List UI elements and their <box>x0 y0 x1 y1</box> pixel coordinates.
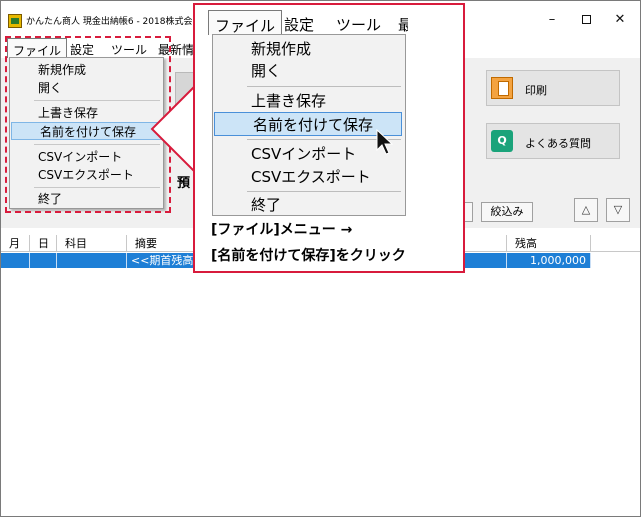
column-header-month[interactable]: 月 <box>1 235 30 252</box>
zoom-menu-file: ファイル <box>208 10 283 35</box>
column-header-balance[interactable]: 残高 <box>507 235 591 252</box>
print-button[interactable]: 印刷 <box>486 70 620 106</box>
zoom-menu-latest: 最 <box>398 16 408 34</box>
zoom-menu-item-save-as: 名前を付けて保存 <box>214 112 402 136</box>
minimize-button[interactable]: – <box>537 9 567 31</box>
zoom-menu-separator <box>247 86 401 87</box>
print-icon <box>491 77 513 99</box>
cell-account <box>57 253 127 268</box>
cell-balance: 1,000,000 <box>507 253 591 268</box>
maximize-button[interactable] <box>571 9 601 31</box>
filter-button[interactable]: 絞込み <box>481 202 533 222</box>
next-button[interactable]: ▽ <box>606 198 630 222</box>
zoom-menu-item-save: 上書き保存 <box>251 92 327 110</box>
zoom-menu-bar: ファイル 設定 ツール 最 <box>208 10 408 35</box>
faq-button[interactable]: Q よくある質問 <box>486 123 620 159</box>
column-header-account[interactable]: 科目 <box>57 235 127 252</box>
zoom-menu-settings: 設定 <box>284 16 315 34</box>
cell-day <box>30 253 57 268</box>
instruction-caption-line2: [名前を付けて保存]をクリック <box>211 248 406 264</box>
annotation-dashed-frame <box>5 36 171 213</box>
maximize-icon <box>581 15 591 24</box>
mouse-cursor-icon <box>376 129 394 155</box>
zoom-file-menu: 新規作成 開く 上書き保存 名前を付けて保存 CSVインポート CSVエクスポー… <box>212 34 406 216</box>
zoom-callout: ファイル 設定 ツール 最 新規作成 開く 上書き保存 名前を付けて保存 CSV… <box>193 3 465 273</box>
zoom-menu-item-new: 新規作成 <box>251 40 312 58</box>
faq-icon: Q <box>491 130 513 152</box>
zoom-menu-separator <box>247 191 401 192</box>
faq-label: よくある質問 <box>525 137 591 150</box>
zoom-menu-tools: ツール <box>336 16 382 34</box>
filter-input-edge[interactable] <box>464 202 473 222</box>
column-header-day[interactable]: 日 <box>30 235 57 252</box>
cell-month <box>1 253 30 268</box>
zoom-menu-item-open: 開く <box>251 62 282 80</box>
app-logo-icon <box>8 14 22 28</box>
previous-button[interactable]: △ <box>574 198 598 222</box>
instruction-caption-line1: [ファイル]メニュー → <box>211 222 353 238</box>
zoom-menu-item-csv-export: CSVエクスポート <box>251 168 371 186</box>
close-button[interactable]: ✕ <box>605 9 635 31</box>
zoom-menu-item-exit: 終了 <box>251 196 282 214</box>
print-label: 印刷 <box>525 84 547 97</box>
